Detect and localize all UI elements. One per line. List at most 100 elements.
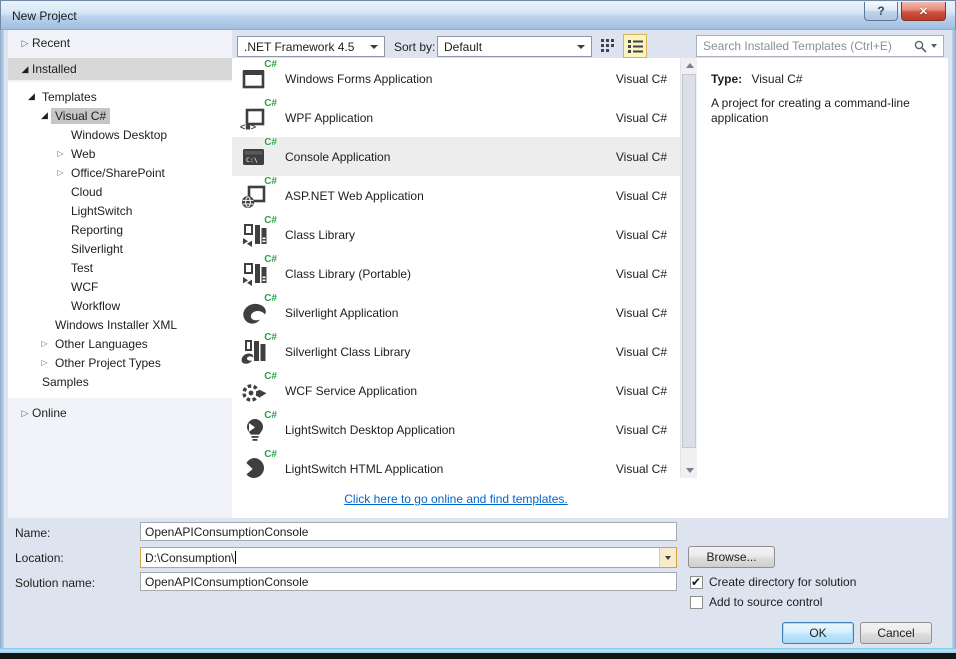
tree-expander-icon[interactable]: ▷: [54, 168, 67, 177]
close-button[interactable]: ✕: [901, 2, 946, 21]
template-name: Silverlight Application: [285, 306, 616, 320]
checkbox-box[interactable]: [690, 576, 703, 589]
svg-text:<■>: <■>: [240, 122, 256, 132]
name-label: Name:: [15, 526, 50, 540]
sort-select[interactable]: Default: [437, 36, 592, 57]
tree-item[interactable]: ◢ Templates: [8, 87, 232, 106]
tree-item-label: Windows Desktop: [67, 127, 171, 143]
template-list-item[interactable]: C# ASP.NET Web Application Visual C#: [232, 176, 680, 215]
online-templates-link[interactable]: Click here to go online and find templat…: [344, 492, 567, 506]
sidebar-item-recent[interactable]: ▷ Recent: [8, 33, 232, 53]
name-input[interactable]: [140, 522, 677, 541]
tree-item[interactable]: Test: [8, 258, 232, 277]
tree-item[interactable]: ▷ Other Project Types: [8, 353, 232, 372]
tree-item-label: Office/SharePoint: [67, 165, 169, 181]
tree-item-label: Reporting: [67, 222, 127, 238]
tree-item[interactable]: ◢ Visual C#: [8, 106, 232, 125]
tree-item-label: Samples: [38, 374, 93, 390]
template-list-item[interactable]: C# Silverlight Application Visual C#: [232, 293, 680, 332]
tree-item-label: Other Project Types: [51, 355, 165, 371]
checkbox-label: Add to source control: [709, 595, 822, 609]
template-list: C# Windows Forms Application Visual C# <…: [232, 59, 680, 488]
framework-select[interactable]: .NET Framework 4.5: [237, 36, 385, 57]
console-icon: C:\C#: [240, 142, 270, 172]
template-list-panel: C# Windows Forms Application Visual C# <…: [232, 58, 697, 518]
scroll-up-icon: [686, 63, 694, 68]
tree-item[interactable]: Cloud: [8, 182, 232, 201]
source-control-checkbox[interactable]: Add to source control: [690, 595, 822, 609]
solution-name-input[interactable]: [140, 572, 677, 591]
template-list-item[interactable]: C# Windows Forms Application Visual C#: [232, 59, 680, 98]
chevron-right-icon[interactable]: ▷: [8, 38, 32, 49]
window-titlebar[interactable]: New Project ? ✕: [0, 0, 956, 30]
template-list-item[interactable]: C# WCF Service Application Visual C#: [232, 371, 680, 410]
tree-item-label: Silverlight: [67, 241, 127, 257]
tree-expander-icon[interactable]: ◢: [25, 91, 38, 102]
tree-item[interactable]: ▷ Other Languages: [8, 334, 232, 353]
window-title: New Project: [12, 9, 77, 23]
location-input[interactable]: D:\Consumption\: [140, 547, 677, 568]
winforms-icon: C#: [240, 64, 270, 94]
checkbox-box[interactable]: [690, 596, 703, 609]
info-panel: Type: Visual C# A project for creating a…: [697, 58, 948, 518]
search-icon: [914, 40, 927, 53]
svg-text:C:\: C:\: [246, 156, 258, 164]
chevron-right-icon[interactable]: ▷: [8, 408, 32, 419]
lightswitch-html-icon: C#: [240, 454, 270, 484]
ok-button[interactable]: OK: [782, 622, 854, 644]
template-list-item[interactable]: C# Silverlight Class Library Visual C#: [232, 332, 680, 371]
scroll-down-button[interactable]: [681, 463, 698, 478]
sidebar-item-installed[interactable]: ◢ Installed: [8, 58, 232, 80]
tree-expander-icon[interactable]: ◢: [38, 110, 51, 121]
csharp-badge: C#: [264, 449, 277, 460]
template-list-item[interactable]: C# Class Library (Portable) Visual C#: [232, 254, 680, 293]
template-name: Silverlight Class Library: [285, 345, 616, 359]
template-list-item[interactable]: C# LightSwitch Desktop Application Visua…: [232, 410, 680, 449]
tree-item-label: Test: [67, 260, 97, 276]
template-language: Visual C#: [616, 345, 667, 359]
solution-name-label: Solution name:: [15, 576, 95, 590]
template-list-item[interactable]: C# LightSwitch HTML Application Visual C…: [232, 449, 680, 488]
chevron-down-icon: [577, 45, 585, 49]
tree-item[interactable]: LightSwitch: [8, 201, 232, 220]
location-dropdown-button[interactable]: [659, 548, 676, 567]
tree-item[interactable]: Samples: [8, 372, 232, 391]
tree-item[interactable]: Silverlight: [8, 239, 232, 258]
csharp-badge: C#: [264, 254, 277, 265]
tree-item[interactable]: Reporting: [8, 220, 232, 239]
create-directory-checkbox[interactable]: Create directory for solution: [690, 575, 856, 589]
help-button[interactable]: ?: [864, 2, 898, 21]
search-box[interactable]: [696, 35, 944, 57]
template-list-item[interactable]: <■>C# WPF Application Visual C#: [232, 98, 680, 137]
tree-item[interactable]: Windows Desktop: [8, 125, 232, 144]
small-icons-view-button[interactable]: [596, 34, 620, 58]
tree-item[interactable]: Workflow: [8, 296, 232, 315]
chevron-expanded-icon[interactable]: ◢: [8, 64, 32, 75]
tree-expander-icon[interactable]: ▷: [38, 358, 51, 367]
scrollbar[interactable]: [680, 58, 697, 478]
tree-item[interactable]: Windows Installer XML: [8, 315, 232, 334]
chevron-down-icon[interactable]: [931, 44, 937, 48]
tree-expander-icon[interactable]: ▷: [54, 149, 67, 158]
scroll-up-button[interactable]: [681, 58, 698, 73]
scroll-thumb[interactable]: [682, 74, 696, 448]
list-view-button[interactable]: [623, 34, 647, 58]
tree-item[interactable]: ▷ Office/SharePoint: [8, 163, 232, 182]
cancel-button[interactable]: Cancel: [860, 622, 932, 644]
browse-button[interactable]: Browse...: [688, 546, 775, 568]
tree-item[interactable]: WCF: [8, 277, 232, 296]
template-language: Visual C#: [616, 228, 667, 242]
sidebar-item-online[interactable]: ▷ Online: [8, 403, 232, 423]
new-project-dialog: ▷ Recent ◢ Installed ◢ Templates ◢ Visua…: [4, 30, 952, 648]
tree-item[interactable]: ▷ Web: [8, 144, 232, 163]
template-list-item[interactable]: C:\C# Console Application Visual C#: [232, 137, 680, 176]
template-name: Class Library (Portable): [285, 267, 616, 281]
search-input[interactable]: [703, 39, 914, 53]
template-list-item[interactable]: C# Class Library Visual C#: [232, 215, 680, 254]
tree-expander-icon[interactable]: ▷: [38, 339, 51, 348]
csharp-badge: C#: [264, 293, 277, 304]
tree-item-label: Visual C#: [51, 108, 110, 124]
template-name: WPF Application: [285, 111, 616, 125]
tree-item-label: WCF: [67, 279, 102, 295]
template-name: LightSwitch HTML Application: [285, 462, 616, 476]
